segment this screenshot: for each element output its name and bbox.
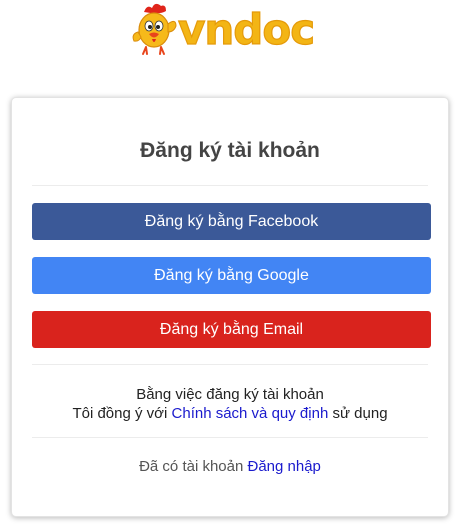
signup-email-button[interactable]: Đăng ký bằng Email bbox=[32, 311, 431, 348]
signup-email-label: Đăng ký bằng Email bbox=[159, 320, 304, 338]
terms-notice: Bằng việc đăng ký tài khoản Tôi đồng ý v… bbox=[12, 385, 448, 423]
terms-prefix: Tôi đồng ý với bbox=[72, 405, 168, 422]
signup-facebook-button[interactable]: Đăng ký bằng Facebook bbox=[32, 203, 431, 240]
logo-wordmark: vndoc bbox=[177, 4, 315, 54]
divider bbox=[32, 364, 428, 365]
terms-suffix: sử dụng bbox=[332, 405, 388, 422]
login-prompt: Đã có tài khoản Đăng nhập bbox=[12, 458, 448, 475]
login-prompt-text: Đã có tài khoản bbox=[139, 458, 244, 475]
terms-line1: Bằng việc đăng ký tài khoản bbox=[136, 386, 324, 403]
vndoc-logo[interactable]: vndoc bbox=[130, 2, 330, 58]
terms-line2: Tôi đồng ý với Chính sách và quy định sử… bbox=[12, 404, 448, 423]
login-link[interactable]: Đăng nhập bbox=[248, 458, 321, 475]
signup-card: Đăng ký tài khoản Đăng ký bằng Facebook … bbox=[11, 97, 449, 517]
divider bbox=[32, 437, 428, 438]
divider bbox=[32, 185, 428, 186]
signup-google-label: Đăng ký bằng Google bbox=[154, 266, 309, 284]
policy-link[interactable]: Chính sách và quy định bbox=[172, 405, 329, 422]
signup-facebook-label: Đăng ký bằng Facebook bbox=[144, 212, 319, 230]
signup-google-button[interactable]: Đăng ký bằng Google bbox=[32, 257, 431, 294]
chicken-mascot-icon bbox=[132, 3, 177, 55]
page-title: Đăng ký tài khoản bbox=[140, 139, 320, 162]
